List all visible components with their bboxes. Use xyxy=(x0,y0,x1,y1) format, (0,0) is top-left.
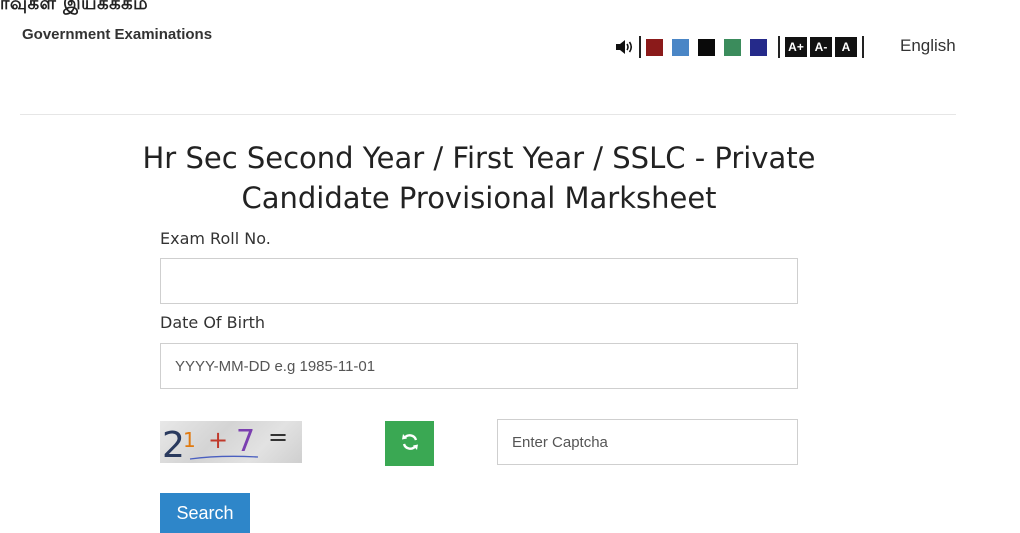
font-increase-button[interactable]: A+ xyxy=(785,37,807,57)
header-divider xyxy=(20,114,956,115)
font-decrease-button[interactable]: A- xyxy=(810,37,832,57)
theme-color-navy[interactable] xyxy=(750,38,767,56)
font-reset-button[interactable]: A xyxy=(835,37,857,57)
dob-label: Date Of Birth xyxy=(160,313,266,332)
site-logo-english: Government Examinations xyxy=(22,26,213,43)
theme-color-green[interactable] xyxy=(724,38,741,56)
theme-color-black[interactable] xyxy=(698,38,715,56)
roll-number-label: Exam Roll No. xyxy=(160,229,271,248)
theme-color-blue[interactable] xyxy=(672,38,689,56)
svg-text:=: = xyxy=(268,423,288,451)
captcha-text: 2 xyxy=(162,425,185,463)
captcha-input[interactable]: Enter Captcha xyxy=(497,419,798,465)
language-link-wrapper: English xyxy=(900,36,956,56)
page-title: Hr Sec Second Year / First Year / SSLC -… xyxy=(142,141,816,215)
dob-input[interactable]: YYYY-MM-DD e.g 1985-11-01 xyxy=(160,343,798,389)
search-button[interactable]: Search xyxy=(160,493,250,533)
svg-text:1: 1 xyxy=(183,428,196,452)
svg-text:7: 7 xyxy=(236,424,255,459)
language-link[interactable]: English xyxy=(900,36,956,55)
site-logo-tamil: ர்வுகள் இயக்ககம் xyxy=(0,0,149,14)
speaker-icon[interactable] xyxy=(615,38,635,56)
svg-text:+: + xyxy=(208,426,228,454)
toolbar-separator xyxy=(778,36,780,58)
captcha-refresh-button[interactable] xyxy=(385,421,434,466)
refresh-icon xyxy=(400,432,420,456)
toolbar-separator xyxy=(862,36,864,58)
theme-color-red[interactable] xyxy=(646,38,663,56)
toolbar-separator xyxy=(639,36,641,58)
accessibility-toolbar: A+ A- A xyxy=(615,35,869,59)
captcha-image: 2 1 + 7 = xyxy=(160,421,302,466)
roll-number-input[interactable] xyxy=(160,258,798,304)
